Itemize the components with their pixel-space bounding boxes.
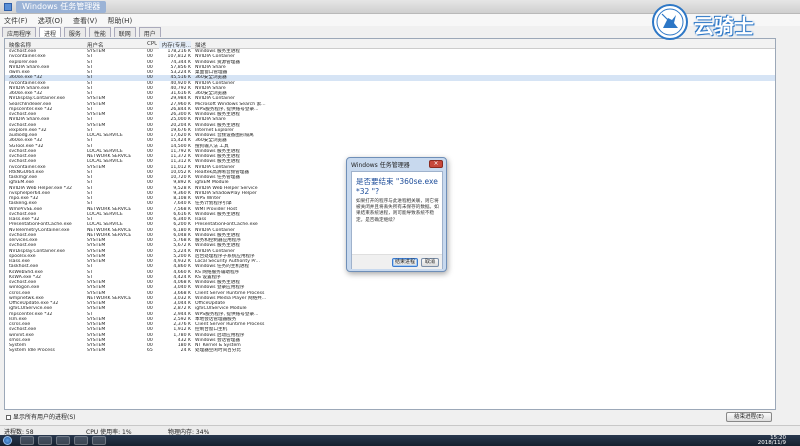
cancel-button[interactable]: 取消 [421, 258, 439, 267]
dialog-body: 是否要结束 "360se.exe *32 "? 如果打开的程序与此进程相关联，则… [351, 171, 443, 269]
taskbar-explorer-icon[interactable] [38, 436, 52, 445]
column-memory[interactable]: 内存(专用... [159, 41, 191, 49]
confirm-end-process-button[interactable]: 结束进程 [392, 258, 418, 267]
dialog-button-bar: 结束进程 取消 [352, 254, 442, 269]
column-cpu[interactable]: CPU [147, 41, 157, 47]
dialog-message: 如果打开的程序与此进程相关联，则它将被关闭并且将丢失所有未保存的数据。如果结束系… [356, 199, 439, 223]
tab-performance[interactable]: 性能 [88, 27, 111, 38]
end-process-dialog: Windows 任务管理器 × 是否要结束 "360se.exe *32 "? … [346, 157, 447, 272]
dialog-heading: 是否要结束 "360se.exe *32 "? [356, 177, 438, 196]
show-all-processes-option[interactable]: 显示所有用户的进程(S) [6, 412, 76, 421]
dialog-close-button[interactable]: × [429, 160, 443, 168]
row-cpu: 65 [147, 348, 153, 354]
tab-users[interactable]: 用户 [138, 27, 161, 38]
tab-applications[interactable]: 应用程序 [2, 27, 37, 38]
task-manager-window: Windows 任务管理器 文件(F) 选项(O) 查看(V) 帮助(H) 应用… [0, 0, 800, 446]
column-user-name[interactable]: 用户名 [87, 41, 145, 49]
row-user-name: SYSTEM [87, 348, 106, 354]
end-process-button[interactable]: 结束进程(E) [726, 412, 772, 422]
table-row[interactable]: System Idle Process SYSTEM 65 24 K 处理器空闲时间百分… [5, 348, 775, 353]
column-image-name[interactable]: 映像名称 [9, 41, 85, 49]
tab-processes[interactable]: 进程 [38, 27, 61, 38]
logo-text: 云骑士 [694, 14, 754, 38]
tab-strip: 应用程序 进程 服务 性能 联网 用户 [2, 27, 162, 38]
row-image-name: System Idle Process [9, 348, 55, 354]
clock-date: 2018/11/9 [757, 439, 786, 446]
taskbar-media-icon[interactable] [56, 436, 70, 445]
menu-file[interactable]: 文件(F) [0, 14, 32, 26]
show-all-checkbox[interactable] [6, 415, 11, 420]
row-description: 处理器空闲时间百分比 [195, 348, 241, 354]
process-list-header: 映像名称 用户名 CPU 内存(专用... 描述 [5, 39, 775, 49]
row-memory: 24 K [180, 348, 191, 354]
window-title: Windows 任务管理器 [16, 1, 107, 13]
dialog-title: Windows 任务管理器 [351, 162, 410, 169]
start-button[interactable] [3, 436, 12, 445]
task-manager-icon [4, 3, 12, 11]
taskbar-task-manager-icon[interactable] [92, 436, 106, 445]
menu-options[interactable]: 选项(O) [34, 14, 67, 26]
column-description[interactable]: 描述 [195, 41, 305, 49]
knight-logo-icon [652, 4, 688, 40]
status-bar: 进程数: 58 CPU 使用率: 1% 物理内存: 34% [0, 425, 800, 436]
show-all-label: 显示所有用户的进程(S) [13, 414, 76, 421]
menu-view[interactable]: 查看(V) [69, 14, 101, 26]
menu-help[interactable]: 帮助(H) [103, 14, 136, 26]
taskbar-ie-icon[interactable] [20, 436, 34, 445]
tab-services[interactable]: 服务 [63, 27, 86, 38]
taskbar-browser-icon[interactable] [74, 436, 88, 445]
watermark-logo: 云骑士 [652, 4, 780, 40]
system-clock[interactable]: 15:20 2018/11/9 [758, 436, 786, 445]
taskbar: 15:20 2018/11/9 [0, 435, 800, 446]
tab-networking[interactable]: 联网 [113, 27, 136, 38]
